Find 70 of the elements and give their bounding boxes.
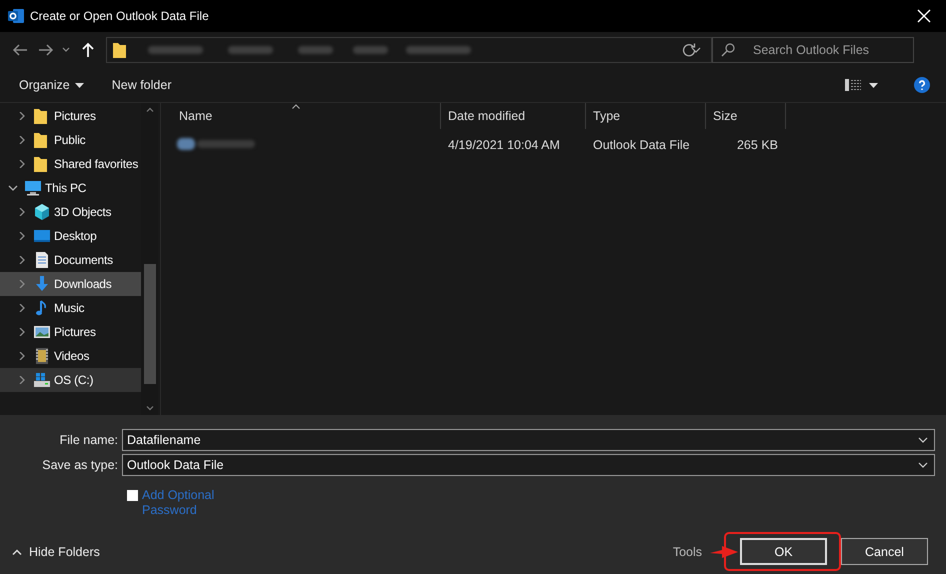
size-cell: 265 KB xyxy=(736,138,778,152)
folder-icon xyxy=(113,42,126,58)
search-field[interactable]: Search Outlook Files xyxy=(712,37,914,63)
file-name-field[interactable]: Datafilename xyxy=(122,428,935,450)
new-folder-button[interactable]: New folder xyxy=(104,74,178,96)
drive-icon xyxy=(34,372,50,388)
window-title: Create or Open Outlook Data File xyxy=(30,9,209,23)
folder-icon xyxy=(34,156,50,172)
field-label: Save as type: xyxy=(41,458,119,472)
cancel-button[interactable]: Cancel xyxy=(841,538,928,565)
sidebar-item[interactable]: Videos xyxy=(0,344,141,368)
folder-icon xyxy=(34,108,50,124)
help-icon[interactable] xyxy=(914,77,930,93)
chevron-right-icon[interactable] xyxy=(17,280,27,288)
back-arrow-icon[interactable] xyxy=(12,43,28,57)
sidebar-item[interactable]: Downloads xyxy=(0,272,141,296)
chevron-right-icon[interactable] xyxy=(17,232,27,240)
organize-menu-button[interactable]: Organize xyxy=(12,74,91,96)
scrollbar-thumb[interactable] xyxy=(144,264,156,384)
download-arrow-icon xyxy=(34,276,50,292)
column-header[interactable]: Date modified xyxy=(441,103,586,129)
picture-icon xyxy=(34,324,50,340)
type-cell: Outlook Data File xyxy=(593,138,690,152)
sidebar-item[interactable]: This PC xyxy=(0,176,141,200)
sidebar-item[interactable]: Public xyxy=(0,128,141,152)
forward-arrow-icon[interactable] xyxy=(38,43,54,57)
sidebar-item[interactable]: Documents xyxy=(0,248,141,272)
hide-folders-button[interactable]: Hide Folders xyxy=(12,540,100,562)
desktop-icon xyxy=(34,228,50,244)
sidebar-item[interactable]: Shared favorites xyxy=(0,152,141,176)
sidebar-item[interactable]: 3D Objects xyxy=(0,200,141,224)
column-header[interactable]: Name xyxy=(171,103,441,129)
sidebar-item[interactable]: Pictures xyxy=(0,320,141,344)
search-icon xyxy=(721,43,735,57)
scroll-up-icon[interactable] xyxy=(146,107,154,112)
close-icon[interactable] xyxy=(917,9,931,23)
ok-button[interactable]: OK xyxy=(740,538,827,565)
outlook-icon xyxy=(8,8,24,24)
sidebar-item[interactable]: Pictures xyxy=(0,104,141,128)
chevron-right-icon[interactable] xyxy=(17,208,27,216)
pointer-arrow xyxy=(710,545,740,559)
chevron-up-icon xyxy=(12,548,22,554)
chevron-right-icon[interactable] xyxy=(17,376,27,384)
chevron-right-icon[interactable] xyxy=(17,256,27,264)
refresh-icon[interactable] xyxy=(682,43,696,57)
file-type-dropdown[interactable]: Outlook Data File xyxy=(122,454,935,476)
column-header[interactable]: Size xyxy=(706,103,786,129)
sidebar-item[interactable]: Desktop xyxy=(0,224,141,248)
chevron-right-icon[interactable] xyxy=(17,352,27,360)
chevron-right-icon[interactable] xyxy=(17,136,27,144)
chevron-right-icon[interactable] xyxy=(17,112,27,120)
chevron-right-icon[interactable] xyxy=(17,160,27,168)
scroll-down-icon[interactable] xyxy=(146,406,154,411)
cube-icon xyxy=(34,204,50,220)
date-cell: 4/19/2021 10:04 AM xyxy=(448,138,560,152)
field-label: File name: xyxy=(58,432,119,446)
sidebar-item[interactable]: Music xyxy=(0,296,141,320)
chevron-right-icon[interactable] xyxy=(17,328,27,336)
document-icon xyxy=(34,252,50,268)
tools-button[interactable]: Tools xyxy=(672,544,702,558)
folder-icon xyxy=(34,132,50,148)
computer-icon xyxy=(25,180,41,196)
chevron-down-icon[interactable] xyxy=(8,184,18,192)
sidebar-item[interactable]: OS (C:) xyxy=(0,368,141,392)
up-arrow-icon[interactable] xyxy=(82,42,94,58)
checkbox[interactable] xyxy=(127,490,138,501)
view-options-icon[interactable] xyxy=(845,79,861,91)
film-icon xyxy=(34,348,50,364)
chevron-right-icon[interactable] xyxy=(17,304,27,312)
column-header[interactable]: Type xyxy=(586,103,706,129)
